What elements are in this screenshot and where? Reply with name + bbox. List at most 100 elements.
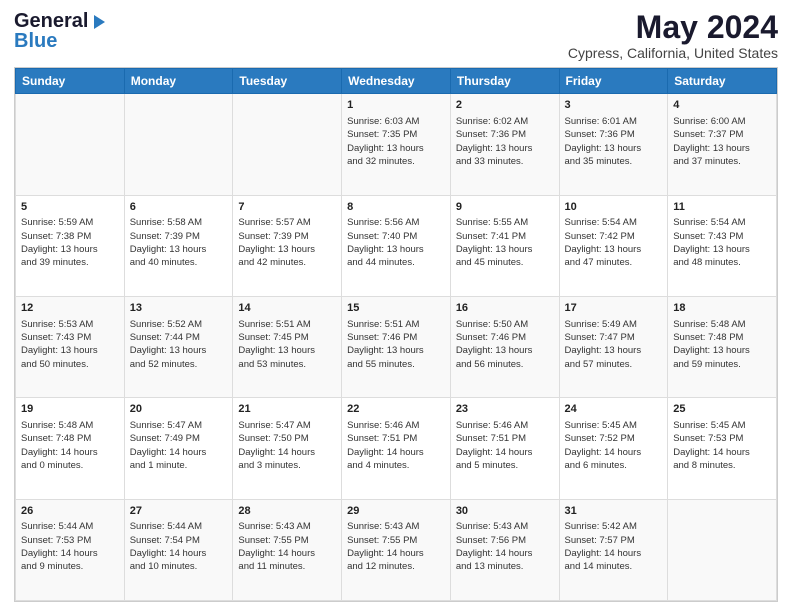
day-info: Sunrise: 5:53 AM Sunset: 7:43 PM Dayligh… [21, 318, 119, 371]
day-header-friday: Friday [559, 69, 668, 94]
day-number: 14 [238, 301, 336, 316]
day-info: Sunrise: 5:47 AM Sunset: 7:49 PM Dayligh… [130, 419, 228, 472]
logo-icon [89, 13, 107, 31]
day-number: 9 [456, 200, 554, 215]
calendar-cell: 26Sunrise: 5:44 AM Sunset: 7:53 PM Dayli… [16, 499, 125, 600]
logo-blue: Blue [14, 30, 57, 53]
calendar-table: SundayMondayTuesdayWednesdayThursdayFrid… [15, 68, 777, 601]
day-number: 6 [130, 200, 228, 215]
day-header-tuesday: Tuesday [233, 69, 342, 94]
calendar-cell: 19 Sunrise: 5:48 AM Sunset: 7:48 PM Dayli… [16, 398, 125, 499]
day-info: Sunrise: 5:44 AM Sunset: 7:54 PM Dayligh… [130, 520, 228, 573]
week-row-5: 26Sunrise: 5:44 AM Sunset: 7:53 PM Dayli… [16, 499, 777, 600]
day-info: Sunrise: 5:42 AM Sunset: 7:57 PM Dayligh… [565, 520, 663, 573]
day-info: Sunrise: 5:46 AM Sunset: 7:51 PM Dayligh… [456, 419, 554, 472]
day-info: Sunrise: 5:50 AM Sunset: 7:46 PM Dayligh… [456, 318, 554, 371]
calendar-cell: 14 Sunrise: 5:51 AM Sunset: 7:45 PM Dayli… [233, 296, 342, 397]
day-info: Sunrise: 5:46 AM Sunset: 7:51 PM Dayligh… [347, 419, 445, 472]
day-number: 19 [21, 402, 119, 417]
calendar-cell: 28Sunrise: 5:43 AM Sunset: 7:55 PM Dayli… [233, 499, 342, 600]
calendar-cell: 12Sunrise: 5:53 AM Sunset: 7:43 PM Dayli… [16, 296, 125, 397]
day-info: Sunrise: 5:48 AM Sunset: 7:48 PM Dayligh… [21, 419, 119, 472]
day-number: 28 [238, 504, 336, 519]
calendar-cell: 17 Sunrise: 5:49 AM Sunset: 7:47 PM Dayli… [559, 296, 668, 397]
week-row-2: 5Sunrise: 5:59 AM Sunset: 7:38 PM Daylig… [16, 195, 777, 296]
day-header-monday: Monday [124, 69, 233, 94]
day-info: Sunrise: 5:52 AM Sunset: 7:44 PM Dayligh… [130, 318, 228, 371]
day-number: 1 [347, 98, 445, 113]
day-number: 2 [456, 98, 554, 113]
day-number: 22 [347, 402, 445, 417]
day-number: 24 [565, 402, 663, 417]
day-header-wednesday: Wednesday [342, 69, 451, 94]
day-number: 29 [347, 504, 445, 519]
day-info: Sunrise: 5:56 AM Sunset: 7:40 PM Dayligh… [347, 216, 445, 269]
day-number: 16 [456, 301, 554, 316]
day-info: Sunrise: 5:45 AM Sunset: 7:52 PM Dayligh… [565, 419, 663, 472]
day-info: Sunrise: 6:02 AM Sunset: 7:36 PM Dayligh… [456, 115, 554, 168]
calendar-cell: 29Sunrise: 5:43 AM Sunset: 7:55 PM Dayli… [342, 499, 451, 600]
header-row: SundayMondayTuesdayWednesdayThursdayFrid… [16, 69, 777, 94]
day-info: Sunrise: 5:58 AM Sunset: 7:39 PM Dayligh… [130, 216, 228, 269]
day-number: 11 [673, 200, 771, 215]
week-row-3: 12Sunrise: 5:53 AM Sunset: 7:43 PM Dayli… [16, 296, 777, 397]
day-number: 23 [456, 402, 554, 417]
day-number: 20 [130, 402, 228, 417]
calendar-cell: 23 Sunrise: 5:46 AM Sunset: 7:51 PM Dayli… [450, 398, 559, 499]
calendar-cell: 18Sunrise: 5:48 AM Sunset: 7:48 PM Dayli… [668, 296, 777, 397]
day-info: Sunrise: 5:54 AM Sunset: 7:43 PM Dayligh… [673, 216, 771, 269]
calendar-cell [668, 499, 777, 600]
day-number: 26 [21, 504, 119, 519]
day-info: Sunrise: 5:43 AM Sunset: 7:56 PM Dayligh… [456, 520, 554, 573]
day-info: Sunrise: 5:51 AM Sunset: 7:45 PM Dayligh… [238, 318, 336, 371]
day-info: Sunrise: 5:57 AM Sunset: 7:39 PM Dayligh… [238, 216, 336, 269]
day-info: Sunrise: 5:45 AM Sunset: 7:53 PM Dayligh… [673, 419, 771, 472]
day-info: Sunrise: 5:55 AM Sunset: 7:41 PM Dayligh… [456, 216, 554, 269]
day-header-sunday: Sunday [16, 69, 125, 94]
day-info: Sunrise: 5:44 AM Sunset: 7:53 PM Dayligh… [21, 520, 119, 573]
day-number: 15 [347, 301, 445, 316]
calendar-cell: 1Sunrise: 6:03 AM Sunset: 7:35 PM Daylig… [342, 94, 451, 195]
location: Cypress, California, United States [568, 45, 778, 61]
calendar-header: SundayMondayTuesdayWednesdayThursdayFrid… [16, 69, 777, 94]
calendar-cell: 30Sunrise: 5:43 AM Sunset: 7:56 PM Dayli… [450, 499, 559, 600]
day-number: 21 [238, 402, 336, 417]
calendar-cell: 16 Sunrise: 5:50 AM Sunset: 7:46 PM Dayli… [450, 296, 559, 397]
day-info: Sunrise: 6:01 AM Sunset: 7:36 PM Dayligh… [565, 115, 663, 168]
day-number: 4 [673, 98, 771, 113]
calendar-cell: 20 Sunrise: 5:47 AM Sunset: 7:49 PM Dayli… [124, 398, 233, 499]
page: General Blue May 2024 Cypress, Californi… [0, 0, 792, 612]
calendar-cell: 13 Sunrise: 5:52 AM Sunset: 7:44 PM Dayli… [124, 296, 233, 397]
day-info: Sunrise: 5:49 AM Sunset: 7:47 PM Dayligh… [565, 318, 663, 371]
day-info: Sunrise: 5:51 AM Sunset: 7:46 PM Dayligh… [347, 318, 445, 371]
day-number: 25 [673, 402, 771, 417]
calendar-body: 1Sunrise: 6:03 AM Sunset: 7:35 PM Daylig… [16, 94, 777, 601]
calendar-cell: 24 Sunrise: 5:45 AM Sunset: 7:52 PM Dayli… [559, 398, 668, 499]
day-info: Sunrise: 5:47 AM Sunset: 7:50 PM Dayligh… [238, 419, 336, 472]
day-header-saturday: Saturday [668, 69, 777, 94]
day-number: 5 [21, 200, 119, 215]
calendar-cell: 25 Sunrise: 5:45 AM Sunset: 7:53 PM Dayli… [668, 398, 777, 499]
day-number: 30 [456, 504, 554, 519]
calendar-cell: 6Sunrise: 5:58 AM Sunset: 7:39 PM Daylig… [124, 195, 233, 296]
month-title: May 2024 [568, 10, 778, 45]
calendar-cell: 8Sunrise: 5:56 AM Sunset: 7:40 PM Daylig… [342, 195, 451, 296]
calendar-cell: 22 Sunrise: 5:46 AM Sunset: 7:51 PM Dayli… [342, 398, 451, 499]
calendar-cell: 7Sunrise: 5:57 AM Sunset: 7:39 PM Daylig… [233, 195, 342, 296]
header-right: May 2024 Cypress, California, United Sta… [568, 10, 778, 61]
calendar-cell [124, 94, 233, 195]
week-row-1: 1Sunrise: 6:03 AM Sunset: 7:35 PM Daylig… [16, 94, 777, 195]
calendar: SundayMondayTuesdayWednesdayThursdayFrid… [14, 67, 778, 602]
day-info: Sunrise: 5:43 AM Sunset: 7:55 PM Dayligh… [238, 520, 336, 573]
logo: General Blue [14, 10, 107, 53]
calendar-cell: 21 Sunrise: 5:47 AM Sunset: 7:50 PM Dayli… [233, 398, 342, 499]
calendar-cell: 11Sunrise: 5:54 AM Sunset: 7:43 PM Dayli… [668, 195, 777, 296]
calendar-cell: 5Sunrise: 5:59 AM Sunset: 7:38 PM Daylig… [16, 195, 125, 296]
day-number: 7 [238, 200, 336, 215]
header: General Blue May 2024 Cypress, Californi… [14, 10, 778, 61]
day-number: 3 [565, 98, 663, 113]
day-number: 17 [565, 301, 663, 316]
calendar-cell: 15 Sunrise: 5:51 AM Sunset: 7:46 PM Dayli… [342, 296, 451, 397]
day-info: Sunrise: 6:00 AM Sunset: 7:37 PM Dayligh… [673, 115, 771, 168]
day-number: 13 [130, 301, 228, 316]
